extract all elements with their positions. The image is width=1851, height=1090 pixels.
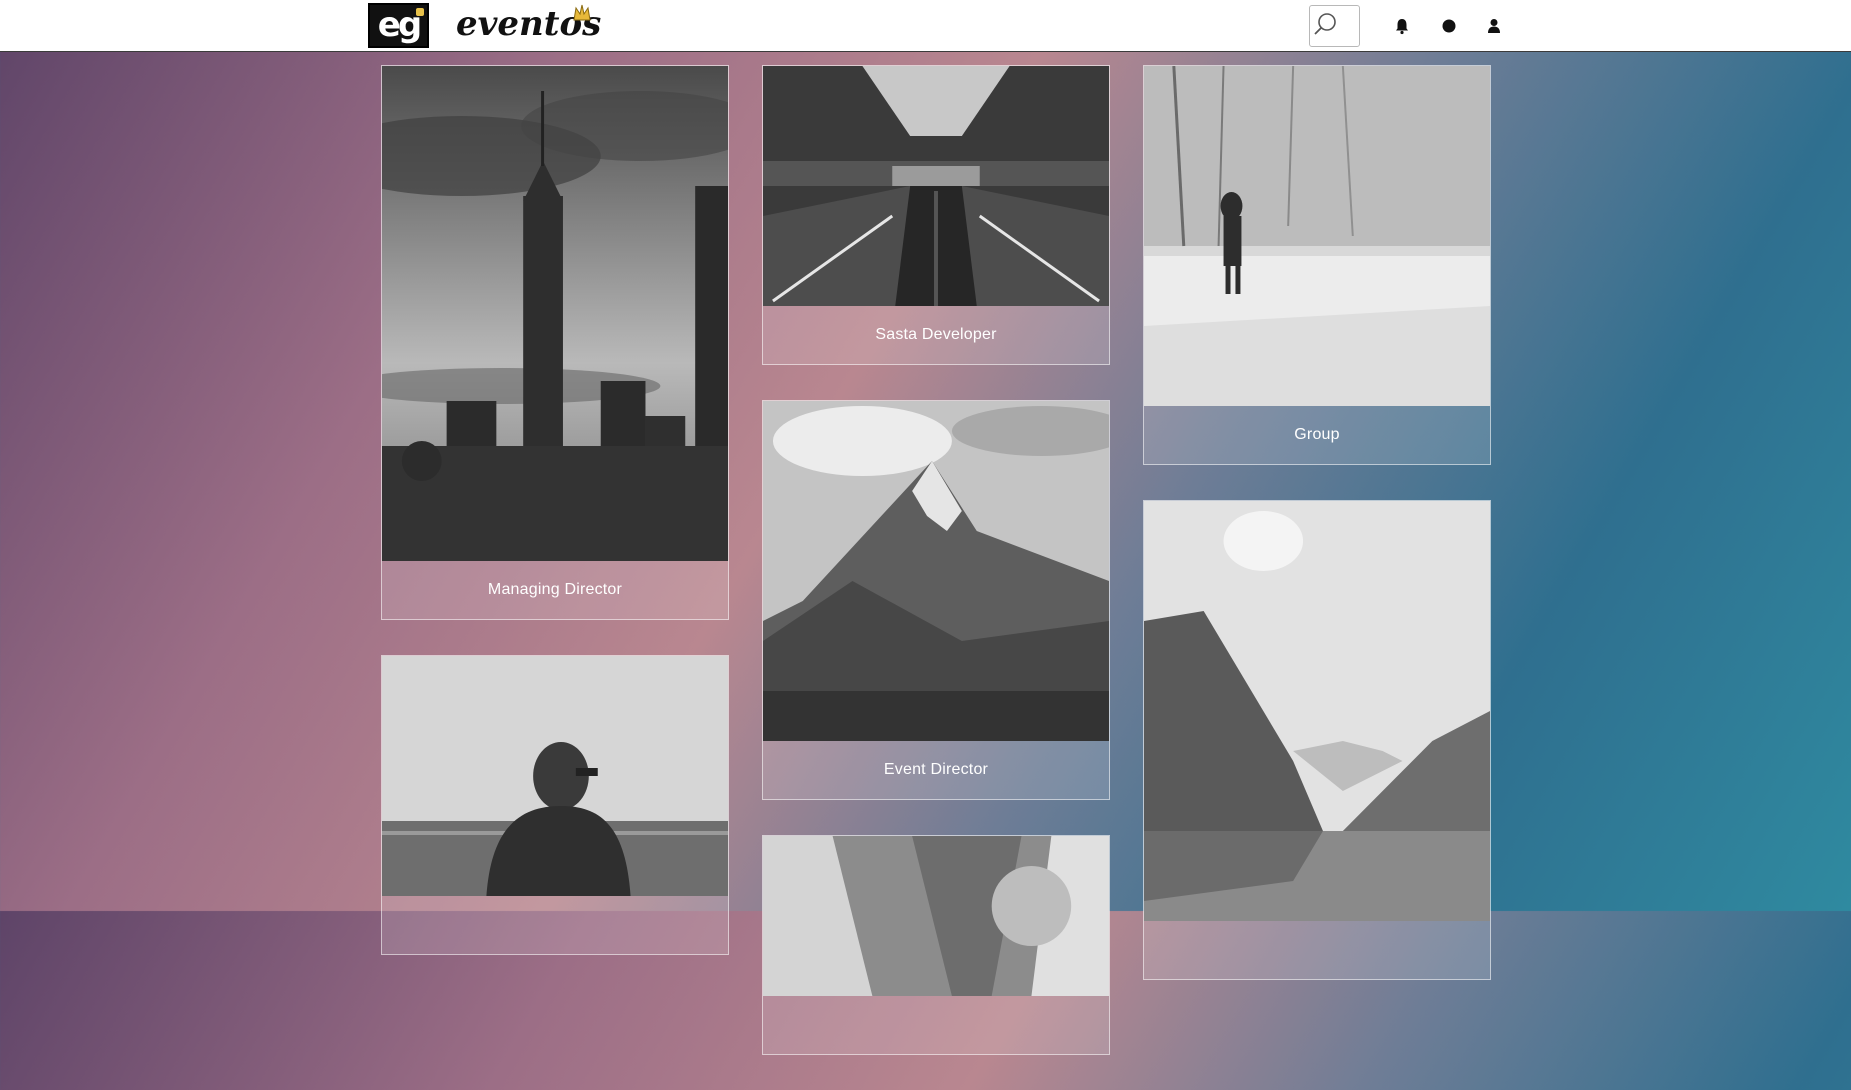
- brand-logo-mark[interactable]: eg: [368, 3, 429, 48]
- logo-accent-chip: [416, 8, 424, 16]
- card-column-1: Managing Director: [381, 65, 729, 990]
- card-caption: Group: [1294, 426, 1340, 443]
- crown-icon: [573, 4, 591, 21]
- card-caption: [382, 896, 728, 954]
- user-icon[interactable]: [1485, 17, 1503, 35]
- snowy-field-photo: [1144, 66, 1490, 406]
- person-by-sea-photo: [382, 656, 728, 896]
- search-button[interactable]: [1309, 5, 1360, 47]
- bell-icon[interactable]: [1393, 17, 1411, 35]
- card-column-3: Group: [1143, 65, 1491, 1015]
- profile-card[interactable]: [1143, 500, 1491, 980]
- aerial-buildings-photo: [763, 836, 1109, 996]
- card-caption: [763, 996, 1109, 1054]
- circle-icon[interactable]: [1440, 17, 1458, 35]
- top-navbar: eg eventos: [0, 0, 1851, 52]
- profile-card[interactable]: Sasta Developer: [762, 65, 1110, 365]
- mountain-lake-photo: [1144, 501, 1490, 921]
- profile-card[interactable]: Group: [1143, 65, 1491, 465]
- escalators-photo: [763, 66, 1109, 306]
- profile-card[interactable]: [381, 655, 729, 955]
- card-caption: [1144, 921, 1490, 979]
- card-caption: Event Director: [883, 761, 989, 778]
- card-caption: Managing Director: [487, 581, 623, 598]
- mountain-peak-photo: [763, 401, 1109, 741]
- profile-card[interactable]: Event Director: [762, 400, 1110, 800]
- profile-card[interactable]: Managing Director: [381, 65, 729, 620]
- search-icon: [1314, 13, 1336, 35]
- card-caption: Sasta Developer: [875, 326, 997, 343]
- city-tower-photo: [382, 66, 728, 561]
- profile-card[interactable]: [762, 835, 1110, 1055]
- card-column-2: Sasta Developer Event Director: [762, 65, 1110, 1090]
